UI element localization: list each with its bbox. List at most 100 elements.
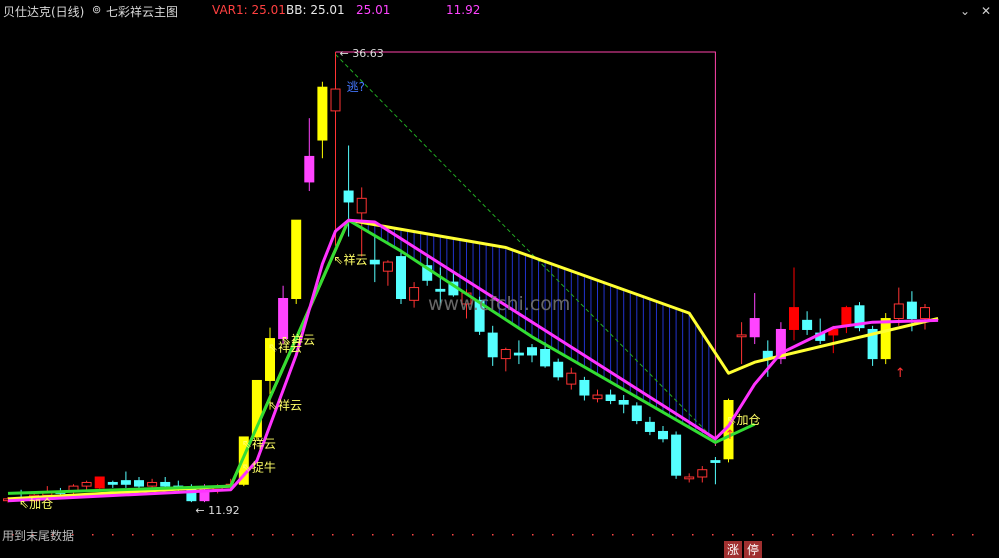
axis-dot — [272, 534, 274, 536]
up-arrow-marker: ↑ — [725, 428, 736, 443]
axis-dot — [572, 534, 574, 536]
axis-dot — [712, 534, 714, 536]
axis-dot — [312, 534, 314, 536]
axis-dot — [852, 534, 854, 536]
axis-dot — [552, 534, 554, 536]
candle-body — [893, 303, 904, 320]
axis-dot — [232, 534, 234, 536]
candle-body — [120, 480, 131, 485]
axis-dot — [532, 534, 534, 536]
axis-dot — [152, 534, 154, 536]
candle-body — [317, 86, 328, 141]
axis-dot — [252, 534, 254, 536]
axis-dot — [792, 534, 794, 536]
candle-body — [540, 349, 551, 367]
limit-stop-badge: 停 — [744, 541, 763, 558]
axis-dot — [512, 534, 514, 536]
candle-body — [553, 361, 564, 378]
axis-dot — [92, 534, 94, 536]
candlestick-chart: ⇖祥云⇖祥云⇖祥云⇖祥云⇖祥云⇖捉牛⇖加仓⇖加仓逃?↑↑← 36.63← 11.… — [3, 47, 974, 536]
axis-dot — [292, 534, 294, 536]
candle-body — [304, 155, 315, 183]
candle-body — [566, 372, 577, 385]
axis-dot — [592, 534, 594, 536]
candle-body — [330, 88, 341, 112]
axis-dot — [452, 534, 454, 536]
candle-body — [736, 334, 747, 338]
candle-body — [160, 481, 171, 487]
annotation-label: 逃? — [347, 80, 365, 94]
axis-dot — [132, 534, 134, 536]
candle-body — [107, 481, 118, 485]
candle-body — [147, 481, 158, 487]
candle-body — [369, 259, 380, 265]
axis-dot — [212, 534, 214, 536]
candle-body — [644, 421, 655, 432]
candle-body — [841, 307, 852, 327]
watermark: www.cfchi.com — [428, 293, 571, 315]
candle-body — [94, 476, 105, 489]
annotation-label: ⇖祥云 — [334, 253, 368, 267]
candle-body — [343, 190, 354, 203]
candle-body — [513, 352, 524, 356]
limit-up-badge: 涨 — [724, 541, 743, 558]
axis-dot — [672, 534, 674, 536]
high-price-label: ← 36.63 — [340, 47, 384, 60]
chart-window: 贝仕达克(日线) ⊚ 七彩祥云主图 VAR1: 25.01 BB: 25.01 … — [0, 0, 999, 558]
candle-body — [697, 469, 708, 478]
axis-dot — [872, 534, 874, 536]
candle-body — [487, 332, 498, 358]
annotation-label: ⇖捉牛 — [242, 460, 276, 475]
axis-dot — [192, 534, 194, 536]
axis-dot — [732, 534, 734, 536]
axis-dot — [932, 534, 934, 536]
axis-dot — [112, 534, 114, 536]
candle-body — [710, 460, 721, 463]
candle-body — [880, 318, 891, 360]
axis-dot — [972, 534, 974, 536]
axis-dot — [632, 534, 634, 536]
candle-body — [618, 400, 629, 405]
axis-dot — [692, 534, 694, 536]
candle-body — [605, 394, 616, 401]
axis-dot — [332, 534, 334, 536]
candle-body — [396, 256, 406, 300]
axis-dot — [752, 534, 754, 536]
candle-body — [920, 307, 930, 320]
footer-hint: 用到末尾数据 — [2, 529, 75, 543]
candle-body — [789, 307, 799, 330]
candle-body — [906, 301, 917, 320]
candle-body — [749, 318, 760, 338]
up-arrow-marker: ↑ — [895, 366, 906, 381]
candle-body — [579, 379, 590, 396]
candle-body — [671, 434, 682, 476]
axis-dot — [772, 534, 774, 536]
annotation-label: ⇖祥云 — [242, 437, 276, 451]
candle-body — [382, 261, 393, 272]
axis-dot — [612, 534, 614, 536]
axis-dot — [472, 534, 474, 536]
candle-body — [409, 287, 420, 301]
axis-dot — [352, 534, 354, 536]
axis-dot — [832, 534, 834, 536]
candle-body — [134, 480, 144, 487]
candle-body — [500, 349, 511, 360]
annotation-label: ⇖加仓 — [727, 413, 761, 427]
candle-body — [81, 481, 92, 487]
candle-body — [435, 288, 446, 292]
axis-dot — [392, 534, 394, 536]
axis-dot — [492, 534, 494, 536]
axis-dot — [892, 534, 894, 536]
axis-dot — [372, 534, 374, 536]
candle-body — [658, 430, 668, 440]
annotation-label: ⇖加仓 — [19, 497, 53, 511]
axis-dot — [652, 534, 654, 536]
axis-dot — [172, 534, 174, 536]
green-line — [7, 218, 756, 495]
axis-dot — [912, 534, 914, 536]
candle-body — [291, 219, 302, 299]
candle-body — [527, 347, 537, 356]
range-box-line — [335, 51, 716, 447]
low-price-label: ← 11.92 — [195, 504, 239, 517]
axis-dot — [812, 534, 814, 536]
